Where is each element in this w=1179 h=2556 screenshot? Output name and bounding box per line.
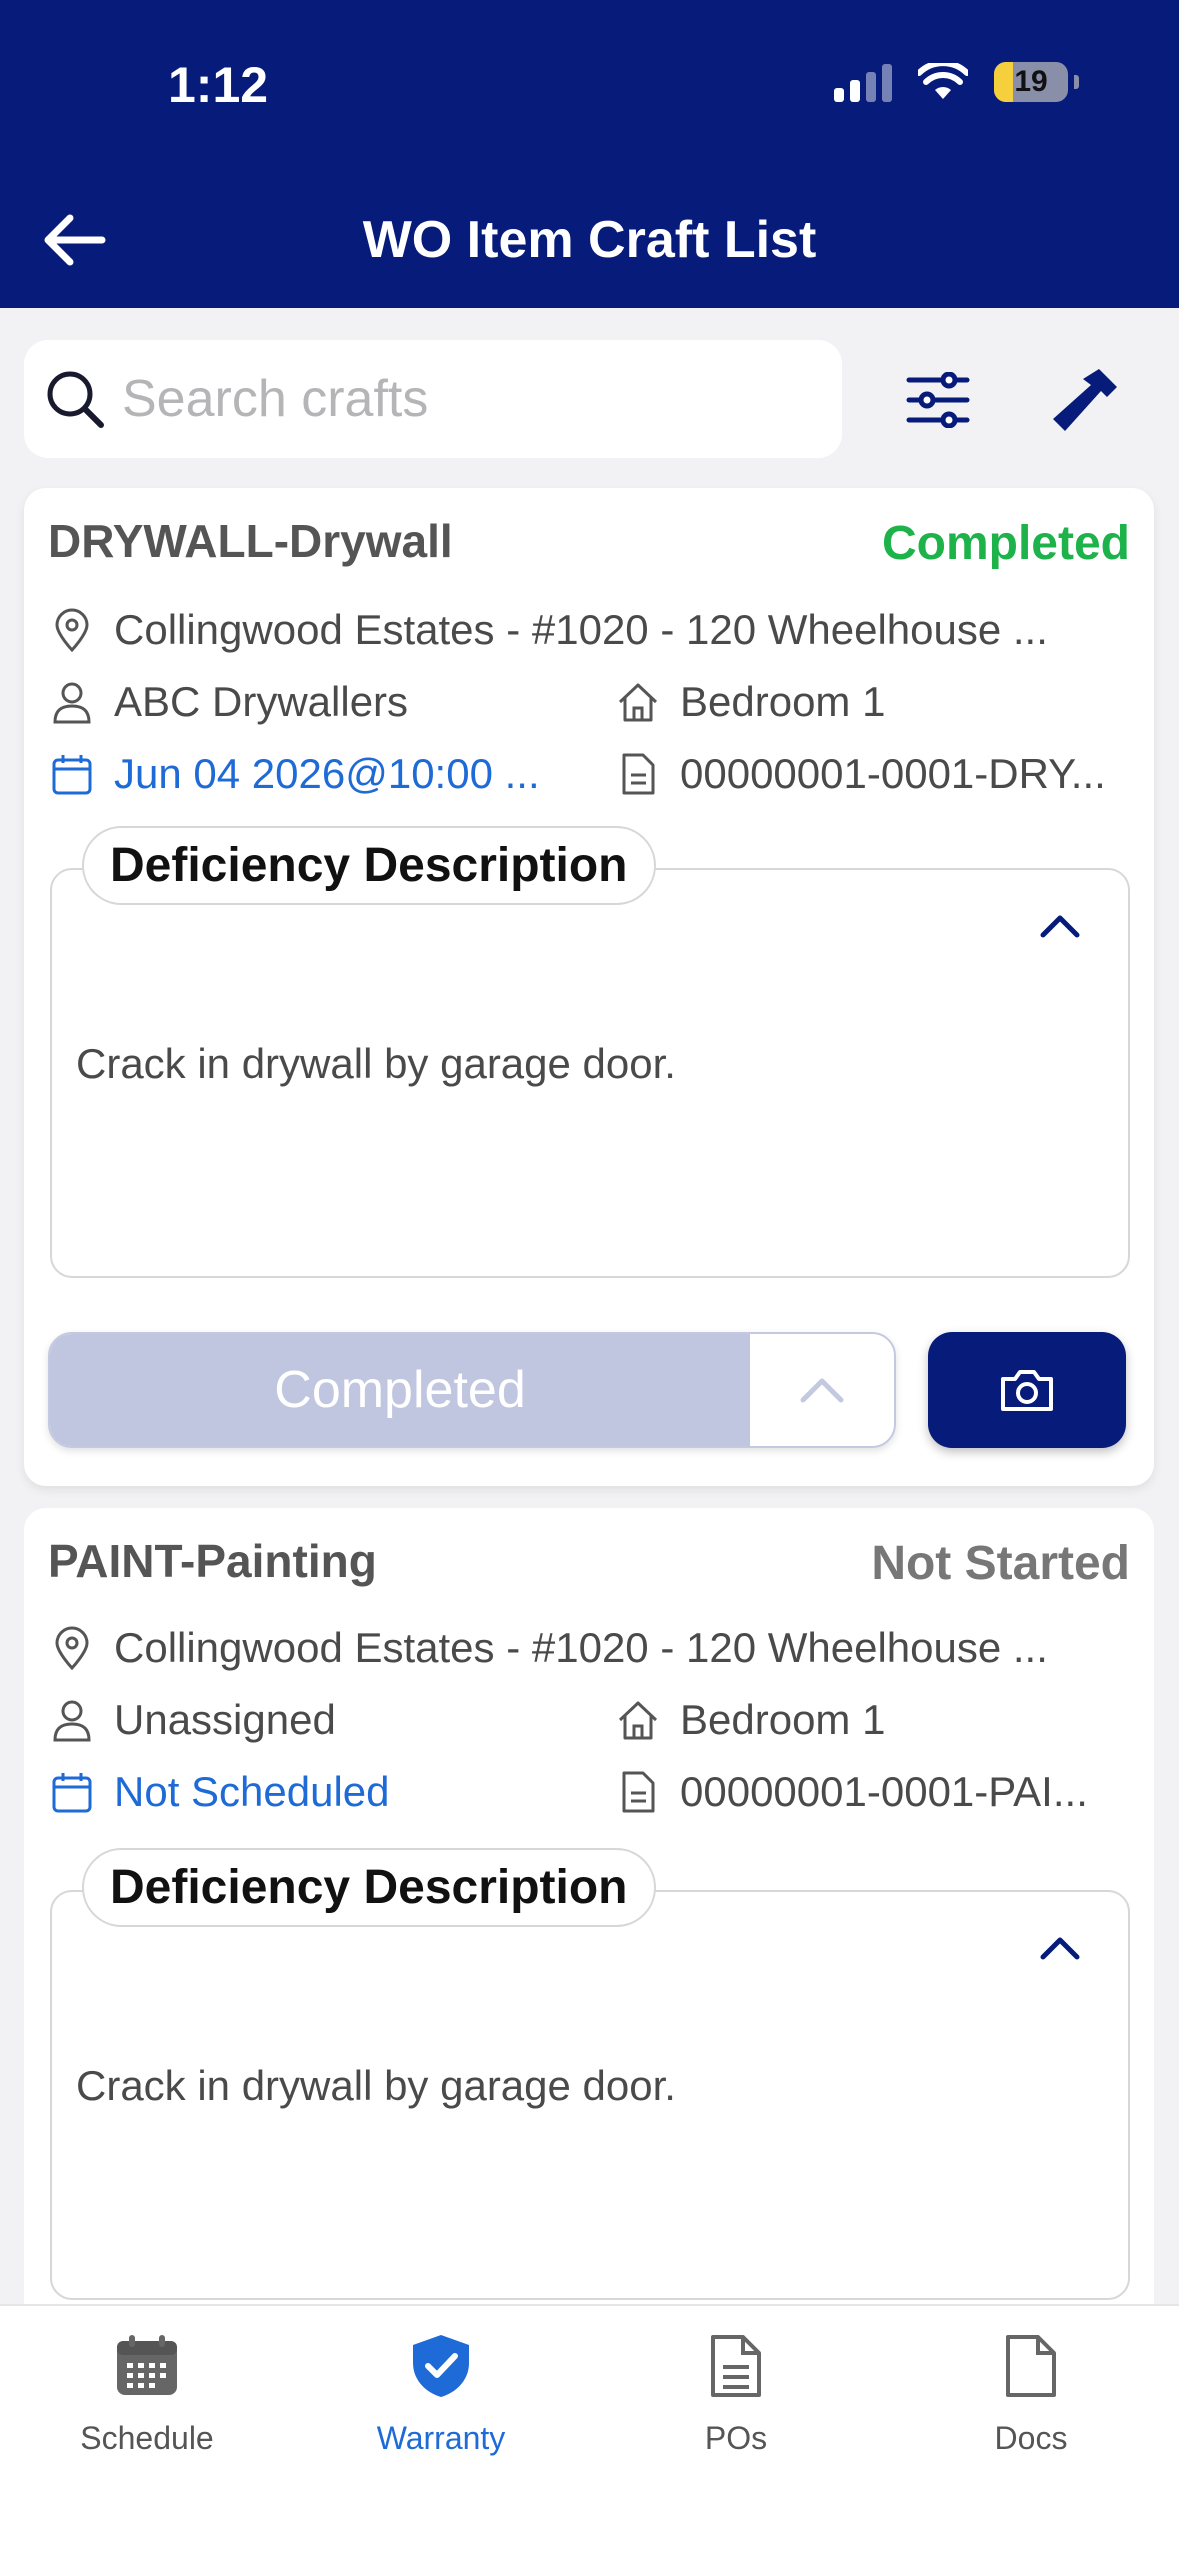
search-bar[interactable] — [24, 340, 842, 458]
craft-tool-button[interactable] — [1040, 358, 1126, 444]
document-id: 00000001-0001-PAI... — [680, 1768, 1088, 1815]
tab-label: Warranty — [376, 2420, 506, 2456]
location-text: Collingwood Estates - #1020 - 120 Wheelh… — [114, 1624, 1048, 1671]
schedule-row[interactable]: Jun 04 2026@10:00 ... — [48, 750, 578, 798]
craft-status: Completed — [881, 517, 1130, 570]
assignee-row: ABC Drywallers — [48, 678, 578, 726]
assignee-text: Unassigned — [114, 1696, 336, 1743]
chevron-up-icon — [1040, 1937, 1080, 1960]
tab-pos[interactable]: POs — [616, 2330, 856, 2457]
file-icon — [995, 2330, 1067, 2402]
schedule-text: Jun 04 2026@10:00 ... — [114, 750, 540, 797]
assignee-row: Unassigned — [48, 1696, 578, 1744]
deficiency-text: Crack in drywall by garage door. — [76, 1040, 676, 1087]
room-row: Bedroom 1 — [614, 1696, 1134, 1744]
home-icon — [614, 1696, 662, 1744]
deficiency-description: Deficiency Description Crack in drywall … — [50, 826, 1130, 1278]
location-row: Collingwood Estates - #1020 - 120 Wheelh… — [48, 606, 1148, 654]
document-row: 00000001-0001-PAI... — [614, 1768, 1134, 1816]
assignee-text: ABC Drywallers — [114, 678, 409, 725]
status-dropdown-toggle[interactable] — [750, 1334, 894, 1446]
search-icon — [47, 371, 104, 428]
user-icon — [48, 1696, 96, 1744]
home-icon — [614, 678, 662, 726]
tab-schedule[interactable]: Schedule — [27, 2330, 267, 2457]
user-icon — [48, 678, 96, 726]
tab-docs[interactable]: Docs — [911, 2330, 1151, 2457]
deficiency-label: Deficiency Description — [82, 826, 656, 905]
craft-name: DRYWALL-Drywall — [48, 515, 453, 567]
collapse-button[interactable] — [1032, 906, 1088, 946]
document-icon — [614, 1768, 662, 1816]
signal-icon — [834, 62, 892, 102]
document-icon — [700, 2330, 772, 2402]
calendar-icon — [48, 750, 96, 798]
tab-label: Docs — [994, 2420, 1068, 2456]
status-icons: 19 — [834, 62, 1079, 102]
status-dropdown-value: Completed — [50, 1334, 750, 1446]
tab-label: Schedule — [80, 2420, 214, 2456]
deficiency-text: Crack in drywall by garage door. — [76, 2062, 676, 2109]
document-row: 00000001-0001-DRY... — [614, 750, 1134, 798]
search-input[interactable] — [122, 369, 822, 429]
bottom-tab-bar: Schedule Warranty POs Docs — [0, 2304, 1179, 2556]
schedule-row[interactable]: Not Scheduled — [48, 1768, 578, 1816]
page-title: WO Item Craft List — [362, 211, 817, 269]
status-dropdown[interactable]: Completed — [48, 1332, 896, 1448]
room-text: Bedroom 1 — [680, 1696, 886, 1743]
chevron-up-icon — [1040, 915, 1080, 938]
schedule-text: Not Scheduled — [114, 1768, 390, 1815]
tab-label: POs — [704, 2420, 768, 2456]
document-icon — [614, 750, 662, 798]
tab-warranty[interactable]: Warranty — [321, 2330, 561, 2457]
battery-icon: 19 — [994, 62, 1068, 102]
sliders-icon — [906, 372, 970, 428]
craft-status: Not Started — [871, 1537, 1130, 1590]
filter-button[interactable] — [900, 362, 976, 438]
location-text: Collingwood Estates - #1020 - 120 Wheelh… — [114, 606, 1048, 653]
wifi-icon — [918, 63, 968, 99]
craft-name: PAINT-Painting — [48, 1535, 377, 1587]
location-row: Collingwood Estates - #1020 - 120 Wheelh… — [48, 1624, 1148, 1672]
battery-level: 19 — [1014, 65, 1048, 98]
deficiency-description: Deficiency Description Crack in drywall … — [50, 1848, 1130, 2300]
collapse-button[interactable] — [1032, 1928, 1088, 1968]
location-pin-icon — [48, 606, 96, 654]
room-text: Bedroom 1 — [680, 678, 886, 725]
status-time: 1:12 — [168, 57, 269, 113]
document-id: 00000001-0001-DRY... — [680, 750, 1106, 797]
shield-check-icon — [405, 2330, 477, 2402]
hammer-icon — [1053, 369, 1117, 431]
calendar-icon — [48, 1768, 96, 1816]
camera-icon — [1001, 1370, 1053, 1411]
app-header: 1:12 19 WO Item Craft List — [0, 0, 1179, 308]
calendar-icon — [111, 2330, 183, 2402]
craft-card[interactable]: DRYWALL-Drywall Completed Collingwood Es… — [24, 488, 1154, 1486]
craft-card[interactable]: PAINT-Painting Not Started Collingwood E… — [24, 1508, 1154, 2408]
deficiency-label: Deficiency Description — [82, 1848, 656, 1927]
room-row: Bedroom 1 — [614, 678, 1134, 726]
location-pin-icon — [48, 1624, 96, 1672]
camera-button[interactable] — [928, 1332, 1126, 1448]
chevron-up-icon — [800, 1378, 844, 1403]
